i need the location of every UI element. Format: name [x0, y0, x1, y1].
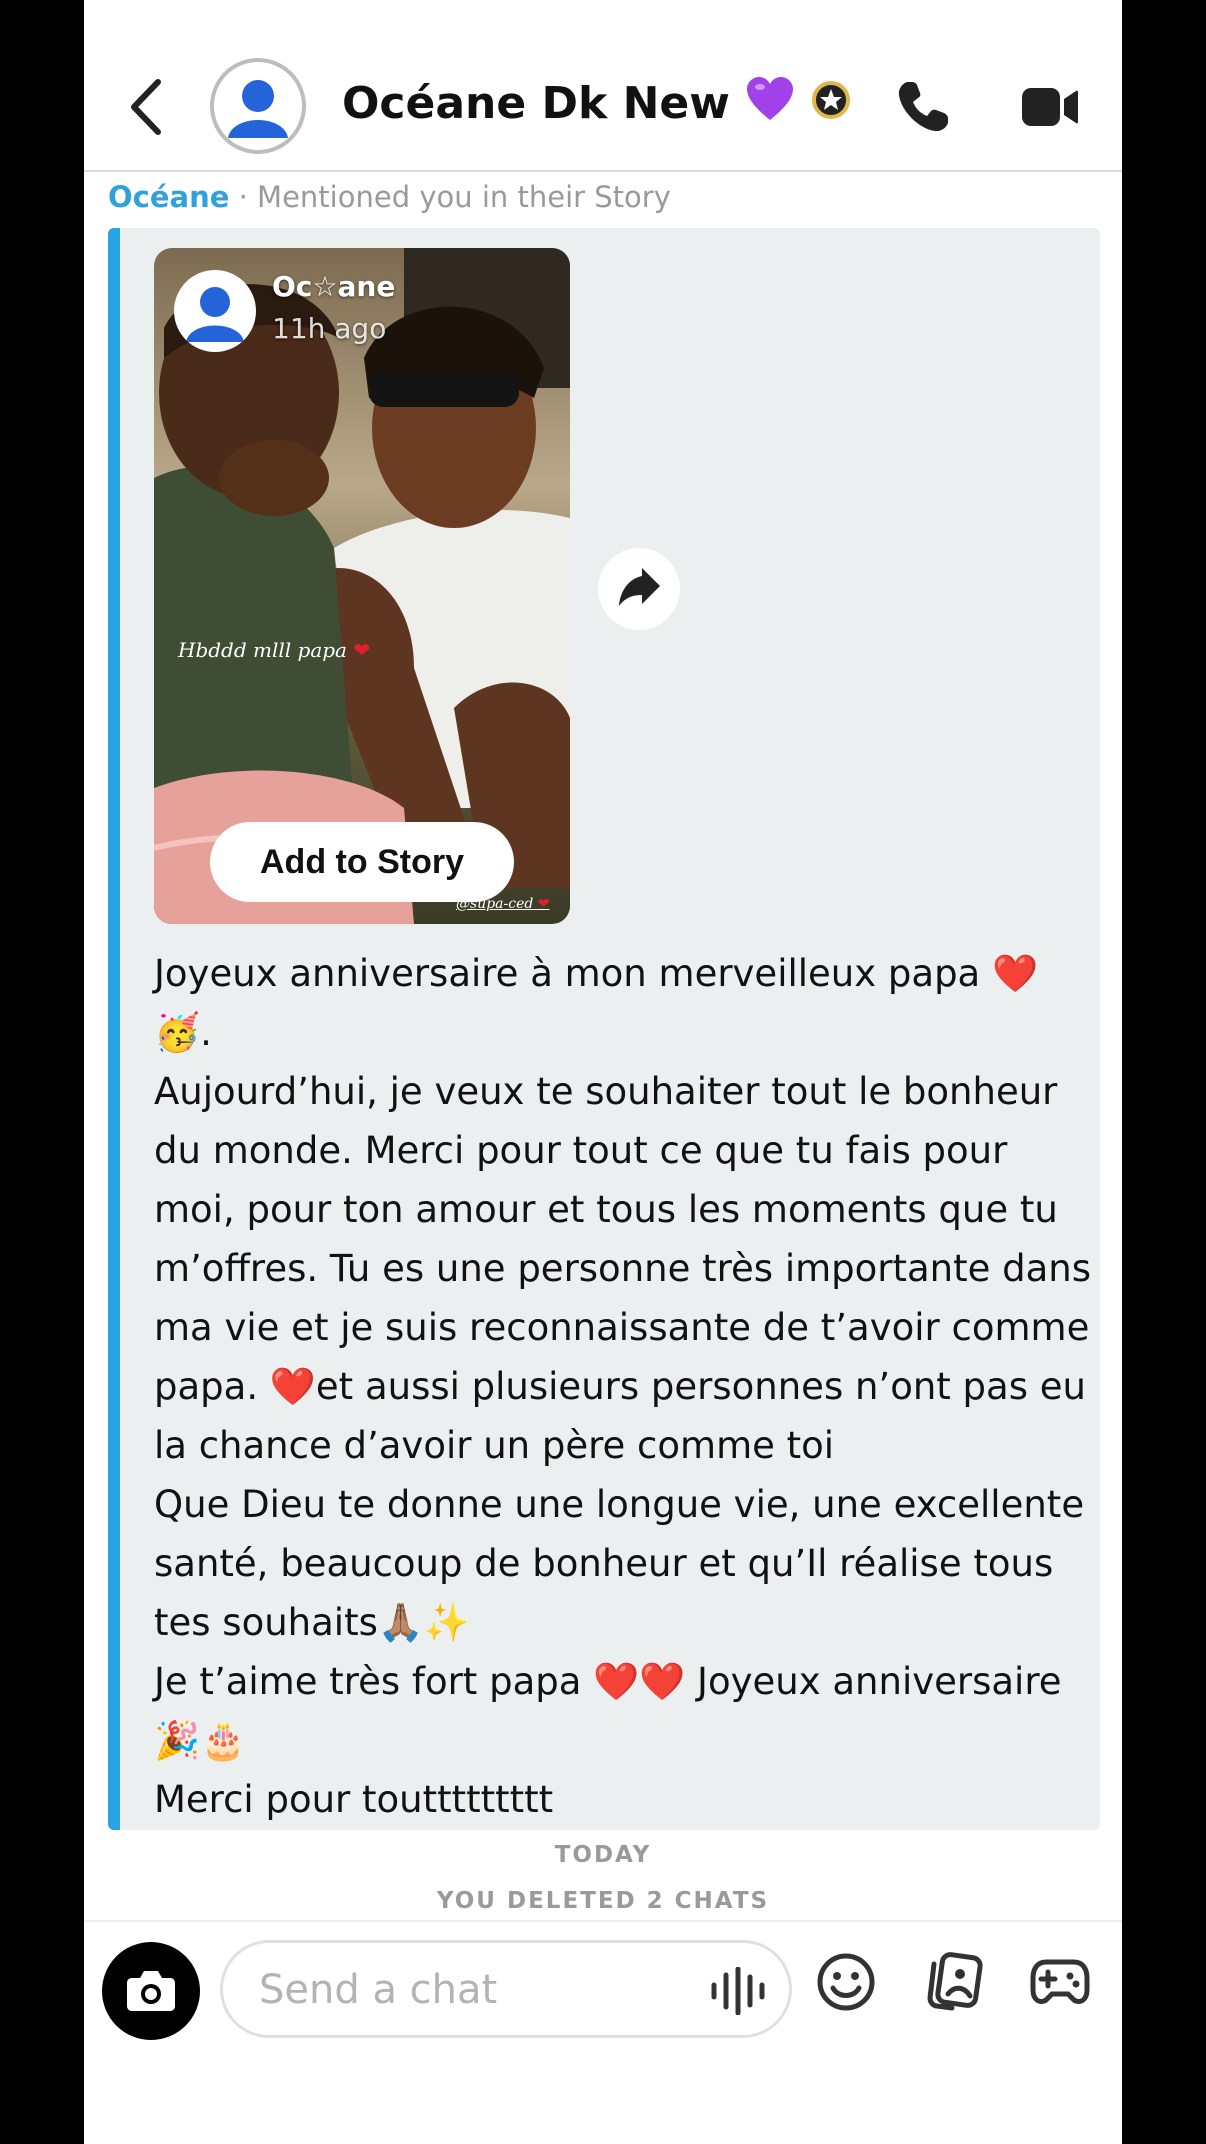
chat-header: Océane Dk New: [84, 0, 1122, 172]
message-bubble: Oc☆ane 11h ago Hbddd mlll papa ❤ @supa-c…: [108, 228, 1100, 1830]
story-card[interactable]: Oc☆ane 11h ago Hbddd mlll papa ❤ @supa-c…: [154, 248, 570, 924]
chat-composer-bar: [84, 1920, 1122, 2144]
camera-icon: [127, 1971, 175, 2011]
message-line: tes souhaits🙏🏽✨: [154, 1601, 470, 1644]
audio-waveform-icon: [711, 1966, 765, 2016]
default-avatar-icon: [218, 66, 298, 146]
heart-icon: ❤: [537, 896, 550, 912]
message-line: ma vie et je suis reconnaissante de t’av…: [154, 1306, 1090, 1349]
message-line: 🎉🎂: [154, 1719, 247, 1762]
mention-text: · Mentioned you in their Story: [238, 180, 671, 214]
message-line: m’offres. Tu es une personne très import…: [154, 1247, 1092, 1290]
star-badge-icon: [811, 78, 851, 134]
video-call-button[interactable]: [1020, 84, 1080, 130]
games-button[interactable]: [1030, 1956, 1090, 2008]
smiley-icon: [817, 1953, 875, 2011]
mention-author[interactable]: Océane: [108, 180, 229, 214]
story-mention-line: Océane · Mentioned you in their Story: [108, 180, 671, 214]
chat-input[interactable]: [257, 1961, 691, 2019]
story-timestamp: 11h ago: [272, 312, 387, 345]
phone-call-button[interactable]: [894, 78, 952, 136]
heart-icon: ❤: [353, 638, 371, 662]
contact-name[interactable]: Océane Dk New: [342, 76, 851, 136]
date-separator: TODAY: [554, 1842, 652, 1868]
camera-button[interactable]: [102, 1942, 200, 2040]
game-controller-icon: [1030, 1959, 1090, 2005]
chat-screen: Océane Dk New Océane · Mentioned you in …: [84, 0, 1122, 2144]
message-line: papa. ❤️et aussi plusieurs personnes n’o…: [154, 1365, 1086, 1408]
contact-avatar[interactable]: [210, 58, 306, 154]
share-arrow-icon: [619, 568, 660, 606]
message-side-bar: [108, 228, 120, 1830]
voice-note-button[interactable]: [709, 1966, 767, 2016]
message-line: moi, pour ton amour et tous les moments …: [154, 1188, 1058, 1231]
video-camera-icon: [1022, 88, 1078, 126]
story-author-avatar: [174, 270, 256, 352]
phone-icon: [898, 82, 948, 132]
message-line: Joyeux anniversaire à mon merveilleux pa…: [154, 952, 1039, 995]
add-to-story-button[interactable]: Add to Story: [210, 822, 514, 902]
chevron-left-icon: [131, 79, 161, 135]
message-text: Joyeux anniversaire à mon merveilleux pa…: [154, 944, 1092, 1829]
message-line: santé, beaucoup de bonheur et qu’Il réal…: [154, 1542, 1054, 1585]
story-caption: Hbddd mlll papa ❤: [178, 638, 371, 662]
story-author-name: Oc☆ane: [272, 270, 396, 303]
sticker-cards-icon: [927, 1952, 983, 2011]
share-story-button[interactable]: [598, 548, 680, 630]
chat-input-container: [220, 1940, 792, 2038]
message-line: la chance d’avoir un père comme toi: [154, 1424, 835, 1467]
message-line: 🥳.: [154, 1011, 212, 1054]
default-avatar-icon: [186, 287, 244, 342]
message-line: Aujourd’hui, je veux te souhaiter tout l…: [154, 1070, 1058, 1113]
memories-sticker-button[interactable]: [924, 1950, 984, 2012]
deleted-chats-notice: YOU DELETED 2 CHATS: [436, 1888, 770, 1914]
message-line: Que Dieu te donne une longue vie, une ex…: [154, 1483, 1085, 1526]
message-line: Je t’aime très fort papa ❤️❤️ Joyeux ann…: [154, 1660, 1062, 1703]
back-button[interactable]: [124, 72, 174, 142]
purple-heart-icon: [745, 76, 795, 136]
emoji-button[interactable]: [816, 1952, 876, 2012]
message-line: du monde. Merci pour tout ce que tu fais…: [154, 1129, 1008, 1172]
message-line: Merci pour touttttttttt: [154, 1778, 554, 1821]
